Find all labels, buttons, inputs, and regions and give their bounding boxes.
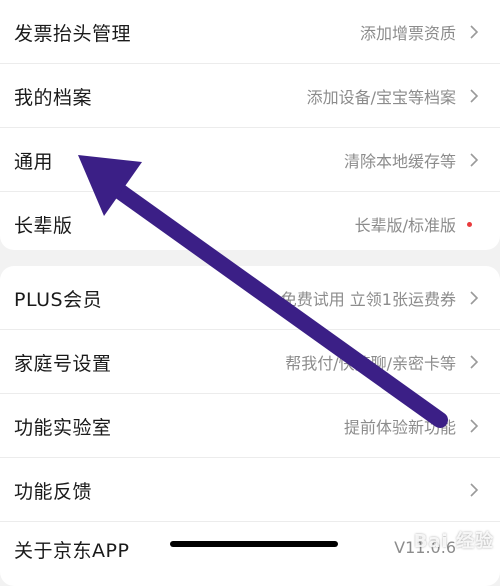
row-family-settings[interactable]: 家庭号设置 帮我付/快捷聊/亲密卡等 [0, 330, 500, 394]
chevron-right-icon [464, 288, 484, 308]
chevron-right-icon [464, 416, 484, 436]
row-label: 通用 [14, 150, 54, 173]
row-feature-lab[interactable]: 功能实验室 提前体验新功能 [0, 394, 500, 458]
row-label: 家庭号设置 [14, 352, 112, 375]
row-label: 功能反馈 [14, 480, 93, 503]
watermark: Bai 经验 [413, 531, 494, 552]
row-value: 添加设备/宝宝等档案 [306, 88, 456, 107]
chevron-right-icon [464, 352, 484, 372]
row-my-profile[interactable]: 我的档案 添加设备/宝宝等档案 [0, 64, 500, 128]
chevron-right-icon [464, 150, 484, 170]
row-value: 帮我付/快捷聊/亲密卡等 [285, 354, 456, 373]
row-label: 发票抬头管理 [14, 22, 132, 45]
row-value: 免费试用 立领1张运费券 [280, 290, 456, 309]
chevron-right-icon [464, 86, 484, 106]
row-value: 提前体验新功能 [343, 418, 456, 437]
row-value: 添加增票资质 [359, 24, 456, 43]
row-general[interactable]: 通用 清除本地缓存等 [0, 128, 500, 192]
chevron-right-icon [464, 480, 484, 500]
row-elder-mode[interactable]: 长辈版 长辈版/标准版 [0, 192, 500, 250]
row-label: 长辈版 [14, 214, 73, 237]
settings-group-1: 发票抬头管理 添加增票资质 我的档案 添加设备/宝宝等档案 通用 清除本地缓存等… [0, 0, 500, 250]
row-plus-member[interactable]: PLUS会员 免费试用 立领1张运费券 [0, 266, 500, 330]
row-feedback[interactable]: 功能反馈 [0, 458, 500, 522]
row-label: 功能实验室 [14, 416, 112, 439]
home-indicator [170, 541, 338, 547]
row-invoice-header[interactable]: 发票抬头管理 添加增票资质 [0, 0, 500, 64]
row-value: 长辈版/标准版 [354, 216, 456, 235]
row-label: PLUS会员 [14, 288, 103, 311]
row-value: 清除本地缓存等 [343, 152, 456, 171]
red-dot-icon [467, 221, 472, 227]
chevron-right-icon [464, 22, 484, 42]
row-label: 我的档案 [14, 86, 93, 109]
